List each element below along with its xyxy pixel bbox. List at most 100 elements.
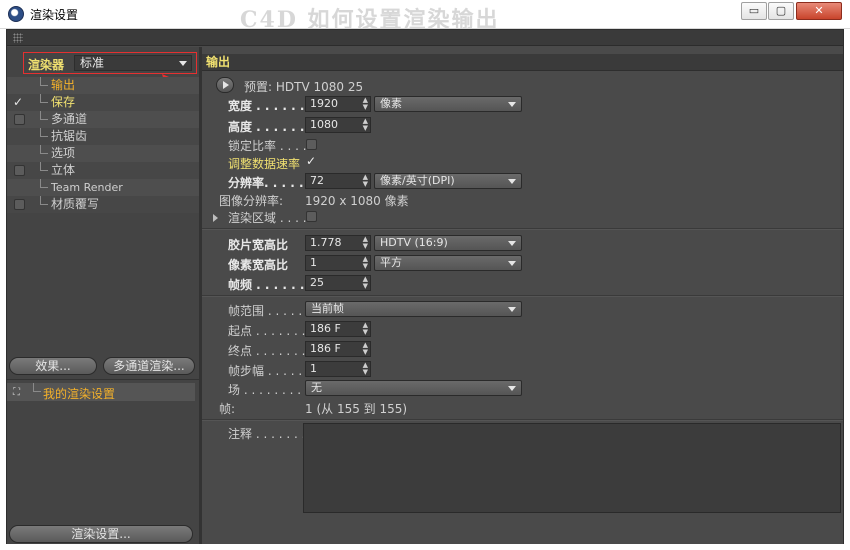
spinner-icon[interactable]: ▲ ▼: [363, 322, 368, 336]
width-unit-dropdown[interactable]: 像素: [374, 96, 522, 112]
frame-range-value: 当前帧: [311, 302, 344, 315]
frame-step-value: 1: [310, 362, 317, 375]
pixel-aspect-dropdown[interactable]: 平方: [374, 255, 522, 271]
start-frame-input[interactable]: 186 F ▲ ▼: [305, 321, 371, 337]
film-aspect-input[interactable]: 1.778 ▲ ▼: [305, 235, 371, 251]
preset-item-my-render-settings[interactable]: ⛶ 我的渲染设置: [7, 383, 195, 401]
pixel-aspect-label: 像素宽高比: [228, 258, 289, 272]
image-resolution-label: 图像分辨率:: [219, 194, 284, 208]
frame-step-label: 帧步幅 . . . . . . .: [228, 364, 318, 378]
lock-ratio-label: 锁定比率 . . . .: [228, 139, 307, 153]
close-button[interactable]: ✕: [796, 2, 842, 20]
notes-textarea[interactable]: [303, 423, 841, 513]
spinner-icon[interactable]: ▲ ▼: [363, 276, 368, 290]
chevron-down-icon: [508, 102, 516, 107]
end-frame-input[interactable]: 186 F ▲ ▼: [305, 341, 371, 357]
spinner-icon[interactable]: ▲ ▼: [363, 362, 368, 376]
tree-item-antialiasing[interactable]: 抗锯齿: [7, 128, 199, 145]
frame-step-input[interactable]: 1 ▲ ▼: [305, 361, 371, 377]
tree-branch-line: [40, 145, 48, 154]
tree-branch-line: [40, 162, 48, 171]
chevron-down-icon: [508, 241, 516, 246]
tree-item-options[interactable]: 选项: [7, 145, 199, 162]
height-input[interactable]: 1080 ▲ ▼: [305, 117, 371, 133]
width-unit-value: 像素: [380, 97, 402, 110]
chevron-down-icon: [179, 61, 187, 66]
left-panel: 渲染器 标准 输出 ✓ 保存 多通道 抗锯齿 选项 立体 Team Render…: [7, 47, 199, 544]
tree-item-label: 保存: [51, 95, 76, 109]
film-aspect-label: 胶片宽高比: [228, 238, 289, 252]
tree-item-label: Team Render: [51, 181, 123, 194]
resolution-unit-dropdown[interactable]: 像素/英寸(DPI): [374, 173, 522, 189]
renderer-dropdown[interactable]: 标准: [74, 55, 192, 71]
tree-branch-line: [40, 196, 48, 205]
frames-value: 1 (从 155 到 155): [305, 402, 408, 416]
lock-ratio-checkbox[interactable]: [306, 139, 317, 150]
cinema4d-app-icon: [8, 6, 24, 22]
checkmark-icon[interactable]: ✓: [13, 94, 23, 111]
resolution-value: 72: [310, 174, 324, 187]
renderer-dropdown-value: 标准: [80, 56, 105, 70]
tree-branch-line: [40, 128, 48, 137]
notes-label: 注释 . . . . . . . .: [228, 427, 314, 441]
tree-branch-line: [40, 111, 48, 120]
render-region-label: 渲染区域 . . . .: [228, 211, 307, 225]
tree-branch-line: [40, 94, 48, 103]
adjust-data-rate-checkmark-icon[interactable]: ✓: [306, 154, 316, 168]
pixel-aspect-value: 1: [310, 256, 317, 269]
tree-item-label: 材质覆写: [51, 197, 100, 211]
render-region-checkbox[interactable]: [306, 211, 317, 222]
chevron-down-icon: [508, 386, 516, 391]
preset-menu-button[interactable]: [216, 77, 234, 93]
tree-item-stereoscopic[interactable]: 立体: [7, 162, 199, 179]
play-icon: [223, 81, 229, 89]
field-dropdown[interactable]: 无: [305, 380, 522, 396]
width-value: 1920: [310, 97, 338, 110]
tree-item-output[interactable]: 输出: [7, 77, 199, 94]
spinner-icon[interactable]: ▲ ▼: [363, 118, 368, 132]
tree-item-save[interactable]: ✓ 保存: [7, 94, 199, 111]
film-aspect-value: 1.778: [310, 236, 342, 249]
field-value: 无: [311, 381, 322, 394]
spinner-icon[interactable]: ▲ ▼: [363, 97, 368, 111]
renderer-highlight-box: 渲染器 标准: [23, 52, 197, 74]
maximize-button[interactable]: ▢: [768, 2, 794, 20]
spinner-icon[interactable]: ▲ ▼: [363, 256, 368, 270]
multipass-render-button[interactable]: 多通道渲染...: [103, 357, 195, 375]
resolution-unit-value: 像素/英寸(DPI): [380, 174, 455, 187]
tree-branch-line: [40, 179, 48, 188]
fps-input[interactable]: 25 ▲ ▼: [305, 275, 371, 291]
minimize-button[interactable]: ▭: [741, 2, 767, 20]
effects-button[interactable]: 效果...: [9, 357, 97, 375]
width-input[interactable]: 1920 ▲ ▼: [305, 96, 371, 112]
tree-item-team-render[interactable]: Team Render: [7, 179, 199, 196]
section-header-output: 输出: [202, 54, 843, 71]
window-titlebar: 渲染设置 C4D 如何设置渲染输出 ▭ ▢ ✕: [0, 0, 850, 33]
expand-icon[interactable]: ⛶: [13, 387, 20, 398]
image-resolution-value: 1920 x 1080 像素: [305, 194, 409, 208]
tree-item-checkbox[interactable]: [14, 114, 25, 125]
tree-item-multipass[interactable]: 多通道: [7, 111, 199, 128]
divider: [202, 228, 843, 230]
top-strip: [7, 30, 843, 46]
spinner-icon[interactable]: ▲ ▼: [363, 236, 368, 250]
divider: [202, 419, 843, 421]
render-settings-button[interactable]: 渲染设置...: [9, 525, 193, 543]
resolution-input[interactable]: 72 ▲ ▼: [305, 173, 371, 189]
tree-item-checkbox[interactable]: [14, 165, 25, 176]
tree-item-label: 抗锯齿: [51, 129, 88, 143]
pixel-aspect-input[interactable]: 1 ▲ ▼: [305, 255, 371, 271]
pixel-aspect-preset-value: 平方: [380, 256, 402, 269]
output-settings-panel: 输出 预置: HDTV 1080 25 宽度 . . . . . . . . .…: [202, 47, 843, 544]
chevron-down-icon: [508, 179, 516, 184]
frames-label: 帧:: [219, 402, 236, 416]
expand-arrow-icon[interactable]: [213, 214, 218, 222]
spinner-icon[interactable]: ▲ ▼: [363, 174, 368, 188]
film-aspect-dropdown[interactable]: HDTV (16:9): [374, 235, 522, 251]
panel-grip-icon[interactable]: [13, 33, 23, 43]
spinner-icon[interactable]: ▲ ▼: [363, 342, 368, 356]
tree-item-material-override[interactable]: 材质覆写: [7, 196, 199, 213]
frame-range-dropdown[interactable]: 当前帧: [305, 301, 522, 317]
tree-item-checkbox[interactable]: [14, 199, 25, 210]
settings-tree: 输出 ✓ 保存 多通道 抗锯齿 选项 立体 Team Render 材质覆写: [7, 77, 199, 213]
